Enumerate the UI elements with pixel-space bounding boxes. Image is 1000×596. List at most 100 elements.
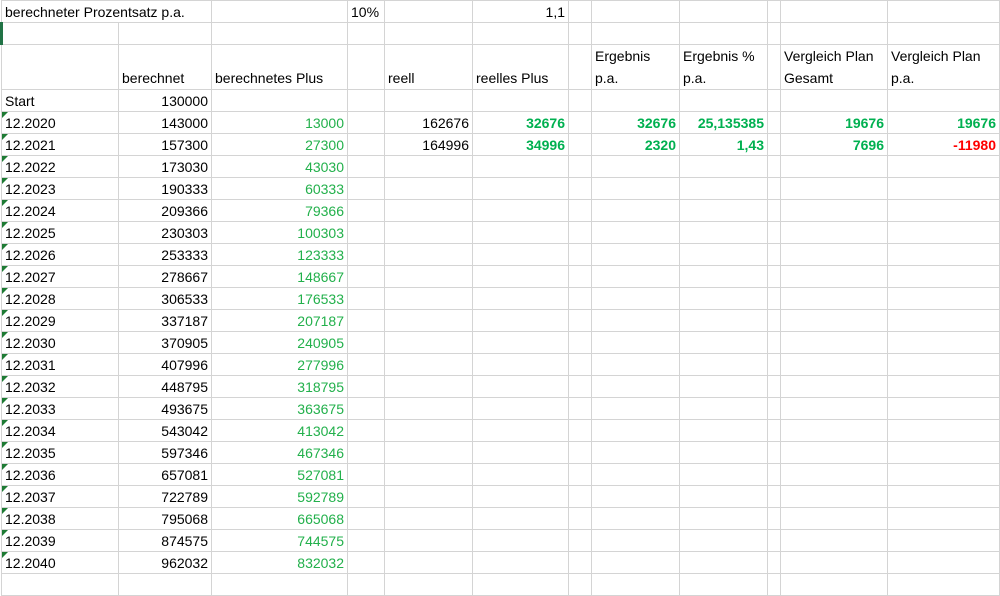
date-cell[interactable]: 12.2023 bbox=[1, 177, 119, 200]
vergleich-gesamt-cell[interactable] bbox=[780, 375, 888, 398]
reelles-plus-cell[interactable] bbox=[472, 331, 569, 354]
reelles-plus-cell[interactable]: 32676 bbox=[472, 111, 569, 134]
berechnet-cell[interactable]: 278667 bbox=[118, 265, 212, 288]
vergleich-pa-cell[interactable] bbox=[887, 353, 1000, 376]
berechnet-cell[interactable]: 448795 bbox=[118, 375, 212, 398]
ergebnis-pct-cell[interactable] bbox=[679, 177, 768, 200]
cell[interactable] bbox=[767, 287, 781, 310]
cell[interactable] bbox=[767, 573, 781, 596]
cell[interactable] bbox=[767, 353, 781, 376]
cell[interactable] bbox=[347, 133, 385, 156]
reell-cell[interactable] bbox=[384, 309, 473, 332]
cell[interactable] bbox=[568, 89, 592, 112]
ergebnis-pct-cell[interactable] bbox=[679, 331, 768, 354]
cell[interactable] bbox=[767, 44, 781, 90]
cell[interactable] bbox=[472, 573, 569, 596]
berechnetes-plus-cell[interactable]: 13000 bbox=[211, 111, 348, 134]
cell[interactable] bbox=[767, 0, 781, 23]
cell[interactable] bbox=[347, 551, 385, 574]
vergleich-pa-cell[interactable] bbox=[887, 221, 1000, 244]
date-cell[interactable]: 12.2031 bbox=[1, 353, 119, 376]
cell[interactable] bbox=[767, 309, 781, 332]
cell[interactable] bbox=[347, 331, 385, 354]
vergleich-gesamt-cell[interactable]: 7696 bbox=[780, 133, 888, 156]
berechnetes-plus-cell[interactable]: 832032 bbox=[211, 551, 348, 574]
date-cell[interactable]: 12.2022 bbox=[1, 155, 119, 178]
cell[interactable] bbox=[1, 573, 119, 596]
ergebnis-cell[interactable] bbox=[591, 155, 680, 178]
date-cell[interactable]: 12.2029 bbox=[1, 309, 119, 332]
berechnet-cell[interactable]: 209366 bbox=[118, 199, 212, 222]
date-cell[interactable]: 12.2040 bbox=[1, 551, 119, 574]
cell[interactable] bbox=[887, 573, 1000, 596]
vergleich-pa-cell[interactable] bbox=[887, 177, 1000, 200]
cell[interactable] bbox=[347, 155, 385, 178]
reelles-plus-cell[interactable] bbox=[472, 551, 569, 574]
rate-label-cell[interactable]: berechneter Prozentsatz p.a. bbox=[1, 0, 212, 23]
cell[interactable] bbox=[767, 89, 781, 112]
header-ergebnis-pct[interactable]: Ergebnis % p.a. bbox=[679, 44, 768, 90]
cell[interactable] bbox=[568, 177, 592, 200]
header-vergleich-pa[interactable]: Vergleich Plan p.a. bbox=[887, 44, 1000, 90]
reell-cell[interactable] bbox=[384, 463, 473, 486]
vergleich-pa-cell[interactable] bbox=[887, 375, 1000, 398]
cell[interactable] bbox=[591, 573, 680, 596]
vergleich-gesamt-cell[interactable] bbox=[780, 331, 888, 354]
cell[interactable] bbox=[568, 155, 592, 178]
cell[interactable] bbox=[568, 0, 592, 23]
cell[interactable] bbox=[347, 419, 385, 442]
cell[interactable] bbox=[568, 485, 592, 508]
reelles-plus-cell[interactable] bbox=[472, 485, 569, 508]
reell-cell[interactable] bbox=[384, 529, 473, 552]
cell[interactable] bbox=[347, 22, 385, 45]
vergleich-pa-cell[interactable] bbox=[887, 265, 1000, 288]
cell[interactable] bbox=[767, 485, 781, 508]
cell[interactable] bbox=[767, 221, 781, 244]
ergebnis-cell[interactable] bbox=[591, 331, 680, 354]
reell-cell[interactable] bbox=[384, 177, 473, 200]
cell[interactable] bbox=[767, 111, 781, 134]
vergleich-pa-cell[interactable] bbox=[887, 551, 1000, 574]
cell[interactable] bbox=[472, 89, 569, 112]
cell[interactable] bbox=[767, 529, 781, 552]
ergebnis-cell[interactable] bbox=[591, 199, 680, 222]
ergebnis-cell[interactable] bbox=[591, 441, 680, 464]
vergleich-gesamt-cell[interactable] bbox=[780, 485, 888, 508]
cell[interactable] bbox=[347, 397, 385, 420]
date-cell[interactable]: 12.2020 bbox=[1, 111, 119, 134]
reelles-plus-cell[interactable] bbox=[472, 507, 569, 530]
berechnetes-plus-cell[interactable]: 592789 bbox=[211, 485, 348, 508]
reelles-plus-cell[interactable] bbox=[472, 441, 569, 464]
header-berechnet[interactable]: berechnet bbox=[118, 44, 212, 90]
reelles-plus-cell[interactable] bbox=[472, 199, 569, 222]
header-reell[interactable]: reell bbox=[384, 44, 473, 90]
berechnet-cell[interactable]: 657081 bbox=[118, 463, 212, 486]
cell[interactable] bbox=[384, 573, 473, 596]
cell[interactable] bbox=[568, 243, 592, 266]
date-cell[interactable]: 12.2038 bbox=[1, 507, 119, 530]
cell[interactable] bbox=[347, 573, 385, 596]
berechnet-cell[interactable]: 962032 bbox=[118, 551, 212, 574]
cell[interactable] bbox=[767, 331, 781, 354]
cell[interactable] bbox=[780, 573, 888, 596]
cell[interactable] bbox=[211, 89, 348, 112]
vergleich-gesamt-cell[interactable] bbox=[780, 265, 888, 288]
vergleich-pa-cell[interactable] bbox=[887, 507, 1000, 530]
vergleich-pa-cell[interactable] bbox=[887, 529, 1000, 552]
ergebnis-cell[interactable] bbox=[591, 375, 680, 398]
ergebnis-pct-cell[interactable] bbox=[679, 375, 768, 398]
ergebnis-pct-cell[interactable]: 25,135385 bbox=[679, 111, 768, 134]
reell-cell[interactable] bbox=[384, 441, 473, 464]
ergebnis-pct-cell[interactable] bbox=[679, 155, 768, 178]
reelles-plus-cell[interactable] bbox=[472, 287, 569, 310]
vergleich-gesamt-cell[interactable] bbox=[780, 551, 888, 574]
vergleich-gesamt-cell[interactable] bbox=[780, 353, 888, 376]
ergebnis-cell[interactable] bbox=[591, 419, 680, 442]
vergleich-gesamt-cell[interactable] bbox=[780, 221, 888, 244]
cell[interactable] bbox=[472, 22, 569, 45]
vergleich-gesamt-cell[interactable] bbox=[780, 397, 888, 420]
cell[interactable] bbox=[767, 22, 781, 45]
reelles-plus-cell[interactable] bbox=[472, 419, 569, 442]
berechnet-cell[interactable]: 597346 bbox=[118, 441, 212, 464]
cell[interactable] bbox=[767, 243, 781, 266]
